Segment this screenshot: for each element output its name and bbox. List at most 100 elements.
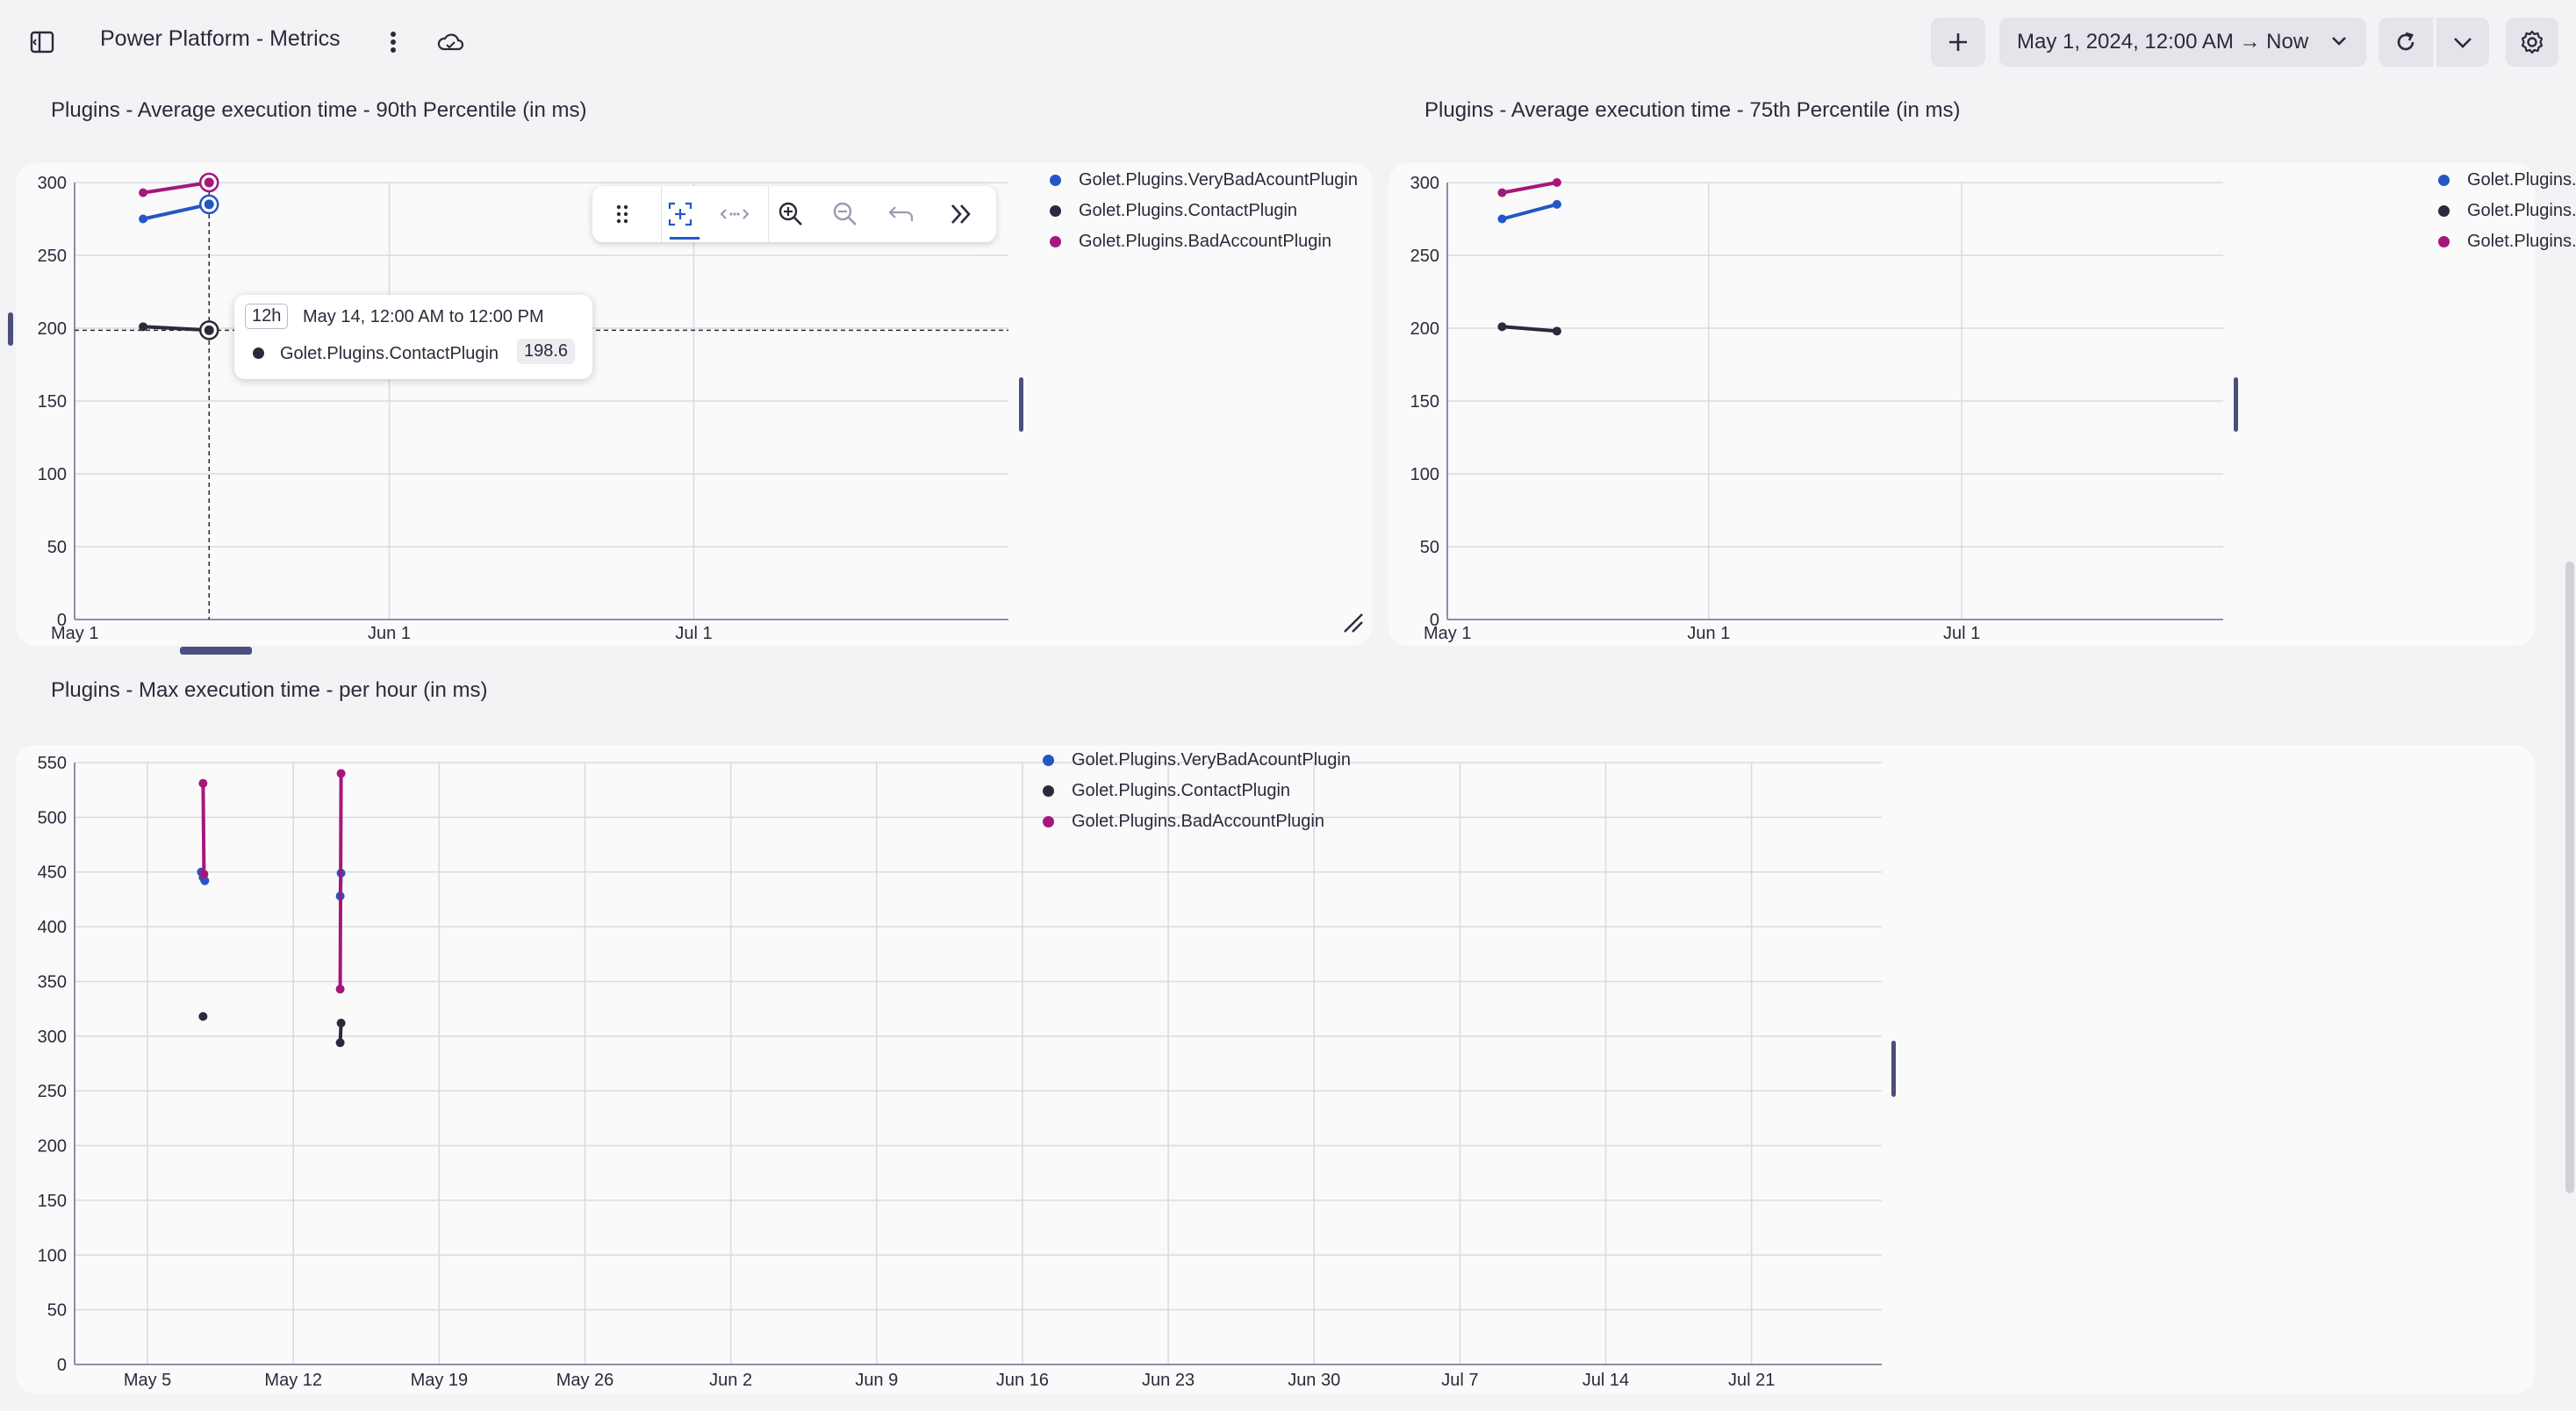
x-tick-label: Jun 23 bbox=[1142, 1371, 1195, 1390]
legend-label: Golet.Plugins.ContactPlugin bbox=[1079, 201, 1298, 220]
data-point bbox=[198, 778, 208, 788]
legend-label: Golet.Plugins.VeryBadAcountPlugin bbox=[1072, 750, 1351, 770]
legend-item[interactable]: Golet.Plugins.ContactPlugin bbox=[2438, 201, 2576, 221]
resize-handle-left[interactable] bbox=[8, 312, 13, 346]
legend-label: Golet.Plugins...dAcountPlugin bbox=[2467, 170, 2576, 190]
y-tick-label: 100 bbox=[38, 1246, 67, 1265]
expand-icon[interactable] bbox=[945, 198, 977, 230]
legend-label: Golet.Plugins...AccountPlugin bbox=[2467, 232, 2576, 251]
tile-title-p90: Plugins - Average execution time - 90th … bbox=[51, 98, 587, 122]
legend-dot bbox=[1050, 205, 1061, 217]
gear-icon bbox=[2521, 30, 2544, 54]
data-point bbox=[204, 325, 214, 335]
tooltip-series-name: Golet.Plugins.ContactPlugin bbox=[280, 344, 499, 363]
y-tick-label: 250 bbox=[38, 247, 67, 266]
tile-p75-chart: 0 50 100 150 200 250 300 May 1 Jun 1 Jul 1 Golet.… bbox=[1388, 163, 2576, 646]
y-tick-label: 200 bbox=[38, 1137, 67, 1157]
x-tick-label: Jul 1 bbox=[675, 624, 712, 643]
pan-icon[interactable] bbox=[719, 198, 750, 230]
x-tick-label: Jul 21 bbox=[1728, 1371, 1775, 1390]
legend-dot bbox=[1043, 816, 1054, 827]
x-tick-label: Jun 1 bbox=[368, 624, 411, 643]
tooltip-value: 198.6 bbox=[517, 339, 576, 364]
page-title: Power Platform - Metrics bbox=[100, 26, 341, 51]
chevron-down-icon bbox=[2454, 38, 2472, 48]
chevron-down-icon bbox=[2332, 37, 2346, 46]
timeframe-selector[interactable]: May 1, 2024, 12:00 AM → Now bbox=[1999, 18, 2366, 67]
x-tick-label: May 5 bbox=[124, 1371, 171, 1390]
tooltip-resolution-badge: 12h bbox=[245, 304, 289, 329]
cloud-icon[interactable] bbox=[433, 26, 468, 58]
y-tick-label: 150 bbox=[38, 1192, 67, 1211]
legend-label: Golet.Plugins.VeryBadAcountPlugin bbox=[1079, 170, 1358, 190]
legend-dot bbox=[1043, 755, 1054, 766]
x-tick-label: Jul 14 bbox=[1582, 1371, 1629, 1390]
legend-dot bbox=[1043, 785, 1054, 797]
tooltip-range: May 14, 12:00 AM to 12:00 PM bbox=[303, 307, 544, 326]
y-tick-label: 250 bbox=[1410, 247, 1439, 266]
legend-dot bbox=[2438, 175, 2450, 186]
legend-item[interactable]: Golet.Plugins.BadAccountPlugin bbox=[1043, 812, 1324, 832]
undo-zoom-icon[interactable] bbox=[886, 198, 917, 230]
series-line bbox=[1502, 181, 1558, 195]
data-point bbox=[1497, 322, 1507, 332]
plus-icon bbox=[1949, 33, 1967, 51]
chart-max[interactable]: 0 50 100 150 200 250 300 350 400 450 500 550 May 5 Ma… bbox=[16, 745, 2535, 1393]
series-line bbox=[201, 783, 206, 875]
legend-item[interactable]: Golet.Plugins.VeryBadAcountPlugin bbox=[1043, 750, 1351, 770]
y-tick-label: 200 bbox=[38, 319, 67, 339]
y-tick-label: 50 bbox=[47, 538, 67, 557]
legend-label: Golet.Plugins.BadAccountPlugin bbox=[1072, 812, 1324, 831]
data-point bbox=[1552, 199, 1561, 209]
y-tick-label: 300 bbox=[38, 1028, 67, 1047]
resize-handle-bottom[interactable] bbox=[180, 647, 252, 655]
data-point bbox=[198, 1012, 208, 1021]
resize-handle-right[interactable] bbox=[2234, 377, 2238, 432]
data-point bbox=[204, 199, 214, 210]
data-point bbox=[335, 985, 345, 994]
refresh-button[interactable] bbox=[2379, 18, 2433, 67]
x-tick-label: Jul 1 bbox=[1943, 624, 1980, 643]
legend-item[interactable]: Golet.Plugins.VeryBadAcountPlugin bbox=[1050, 170, 1358, 190]
tile-title-max: Plugins - Max execution time - per hour … bbox=[51, 678, 488, 702]
legend-item[interactable]: Golet.Plugins.BadAccountPlugin bbox=[1050, 232, 1331, 252]
chart-p75[interactable]: 050100150200250300May 1 Jun 1 Jul 1 bbox=[1388, 163, 2535, 646]
sidebar-toggle-icon[interactable] bbox=[26, 26, 58, 58]
data-point bbox=[139, 214, 148, 224]
x-tick-label: May 1 bbox=[51, 624, 98, 643]
data-point bbox=[336, 769, 346, 778]
zoom-out-icon[interactable] bbox=[829, 198, 861, 230]
page-scrollbar[interactable] bbox=[2565, 562, 2574, 1193]
legend-label: Golet.Plugins.ContactPlugin bbox=[1072, 781, 1291, 800]
x-tick-label: Jun 2 bbox=[709, 1371, 752, 1390]
series-line bbox=[1502, 325, 1558, 333]
resize-handle-right[interactable] bbox=[1891, 1041, 1896, 1097]
series-line bbox=[142, 325, 210, 333]
y-tick-label: 300 bbox=[1410, 174, 1439, 193]
drag-handle-icon[interactable] bbox=[606, 198, 638, 230]
legend-item[interactable]: Golet.Plugins...dAcountPlugin bbox=[2438, 170, 2576, 190]
resize-corner-icon[interactable] bbox=[1341, 611, 1366, 635]
select-zoom-icon[interactable] bbox=[664, 198, 696, 230]
series-line bbox=[1501, 202, 1558, 221]
legend-item[interactable]: Golet.Plugins...AccountPlugin bbox=[2438, 232, 2576, 252]
resize-handle-right[interactable] bbox=[1019, 377, 1023, 432]
x-tick-label: May 12 bbox=[264, 1371, 322, 1390]
legend-item[interactable]: Golet.Plugins.ContactPlugin bbox=[1050, 201, 1297, 221]
add-tile-button[interactable] bbox=[1931, 18, 1985, 67]
y-tick-label: 50 bbox=[47, 1301, 67, 1321]
legend-dot bbox=[1050, 175, 1061, 186]
more-vertical-icon[interactable] bbox=[377, 26, 409, 58]
legend-dot bbox=[1050, 236, 1061, 247]
legend-label: Golet.Plugins.BadAccountPlugin bbox=[1079, 232, 1331, 251]
y-tick-label: 550 bbox=[38, 754, 67, 773]
x-tick-label: Jun 30 bbox=[1288, 1371, 1340, 1390]
y-tick-label: 150 bbox=[1410, 392, 1439, 412]
y-tick-label: 350 bbox=[38, 972, 67, 992]
y-tick-label: 100 bbox=[1410, 465, 1439, 484]
legend-item[interactable]: Golet.Plugins.ContactPlugin bbox=[1043, 781, 1290, 801]
refresh-options-button[interactable] bbox=[2436, 18, 2489, 67]
y-tick-label: 50 bbox=[1420, 538, 1439, 557]
zoom-in-icon[interactable] bbox=[775, 198, 807, 230]
settings-button[interactable] bbox=[2506, 18, 2558, 67]
